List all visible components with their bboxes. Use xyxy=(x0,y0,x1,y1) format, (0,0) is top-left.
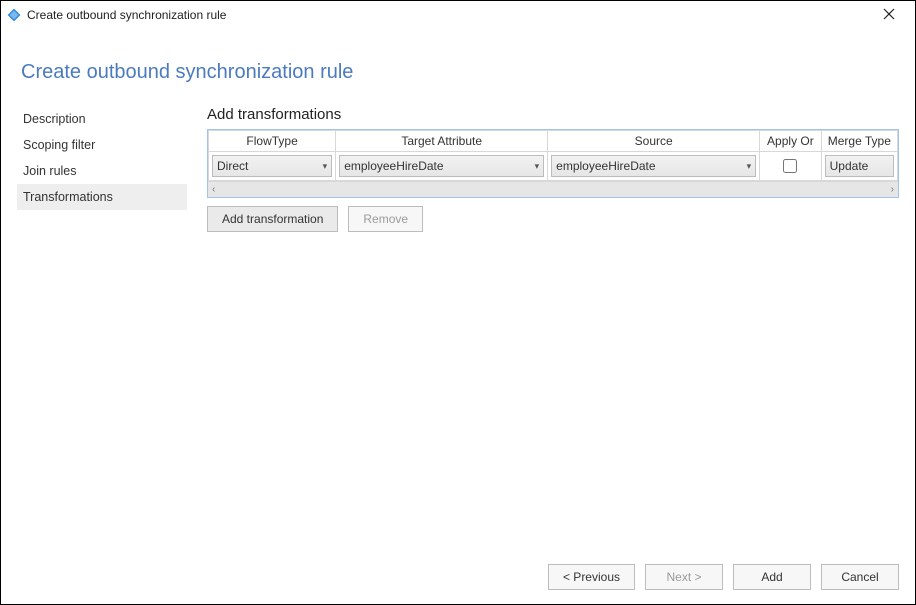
scroll-left-icon[interactable]: ‹ xyxy=(212,184,215,195)
next-button[interactable]: Next > xyxy=(645,564,723,590)
button-label: Remove xyxy=(363,212,408,226)
source-value: employeeHireDate xyxy=(556,159,742,173)
grid-row: Direct ▾ employeeHireDate ▾ xyxy=(209,152,898,181)
flowtype-dropdown[interactable]: Direct ▾ xyxy=(212,155,332,177)
sidebar-item-label: Scoping filter xyxy=(23,138,95,152)
chevron-down-icon: ▾ xyxy=(323,161,328,172)
button-label: Add transformation xyxy=(222,212,323,226)
merge-type-value: Update xyxy=(830,159,889,173)
close-icon xyxy=(883,7,895,23)
merge-type-dropdown[interactable]: Update xyxy=(825,155,894,177)
sidebar-item-description[interactable]: Description xyxy=(17,106,187,132)
cancel-button[interactable]: Cancel xyxy=(821,564,899,590)
apply-once-checkbox[interactable] xyxy=(783,159,797,173)
source-dropdown[interactable]: employeeHireDate ▾ xyxy=(551,155,756,177)
window-title: Create outbound synchronization rule xyxy=(27,8,869,22)
button-label: Cancel xyxy=(841,570,878,584)
sidebar-item-label: Description xyxy=(23,112,86,126)
col-header-merge-type[interactable]: Merge Type xyxy=(821,131,897,152)
wizard-sidebar: Description Scoping filter Join rules Tr… xyxy=(17,106,197,210)
chevron-down-icon: ▾ xyxy=(747,161,752,172)
body-row: Description Scoping filter Join rules Tr… xyxy=(17,106,899,560)
button-label: Next > xyxy=(666,570,701,584)
button-label: < Previous xyxy=(563,570,620,584)
wizard-footer: < Previous Next > Add Cancel xyxy=(1,560,915,604)
remove-button[interactable]: Remove xyxy=(348,206,423,232)
add-button[interactable]: Add xyxy=(733,564,811,590)
col-header-apply-once[interactable]: Apply Or xyxy=(760,131,821,152)
button-label: Add xyxy=(761,570,782,584)
main-panel: Add transformations FlowType xyxy=(197,106,899,232)
grid-horizontal-scrollbar[interactable]: ‹ › xyxy=(208,181,898,197)
scroll-right-icon[interactable]: › xyxy=(891,184,894,195)
target-attribute-dropdown[interactable]: employeeHireDate ▾ xyxy=(339,155,544,177)
sidebar-item-scoping-filter[interactable]: Scoping filter xyxy=(17,132,187,158)
chevron-down-icon: ▾ xyxy=(535,161,540,172)
app-icon xyxy=(7,8,21,22)
transformations-grid: FlowType Target Attribute Source Apply O… xyxy=(207,129,899,198)
flowtype-value: Direct xyxy=(217,159,319,173)
titlebar: Create outbound synchronization rule xyxy=(1,1,915,29)
apply-once-cell xyxy=(763,159,817,173)
content-area: Create outbound synchronization rule Des… xyxy=(1,29,915,560)
section-title: Add transformations xyxy=(207,106,899,123)
dialog-window: Create outbound synchronization rule Cre… xyxy=(0,0,916,605)
sidebar-item-label: Transformations xyxy=(23,190,113,204)
col-header-target-attribute[interactable]: Target Attribute xyxy=(336,131,548,152)
col-header-source[interactable]: Source xyxy=(548,131,760,152)
sidebar-item-label: Join rules xyxy=(23,164,77,178)
col-header-flowtype[interactable]: FlowType xyxy=(209,131,336,152)
previous-button[interactable]: < Previous xyxy=(548,564,635,590)
sidebar-item-transformations[interactable]: Transformations xyxy=(17,184,187,210)
add-transformation-button[interactable]: Add transformation xyxy=(207,206,338,232)
grid-button-row: Add transformation Remove xyxy=(207,206,899,232)
target-attribute-value: employeeHireDate xyxy=(344,159,530,173)
grid-header-row: FlowType Target Attribute Source Apply O… xyxy=(209,131,898,152)
page-heading: Create outbound synchronization rule xyxy=(21,61,899,84)
sidebar-item-join-rules[interactable]: Join rules xyxy=(17,158,187,184)
close-button[interactable] xyxy=(869,1,909,29)
